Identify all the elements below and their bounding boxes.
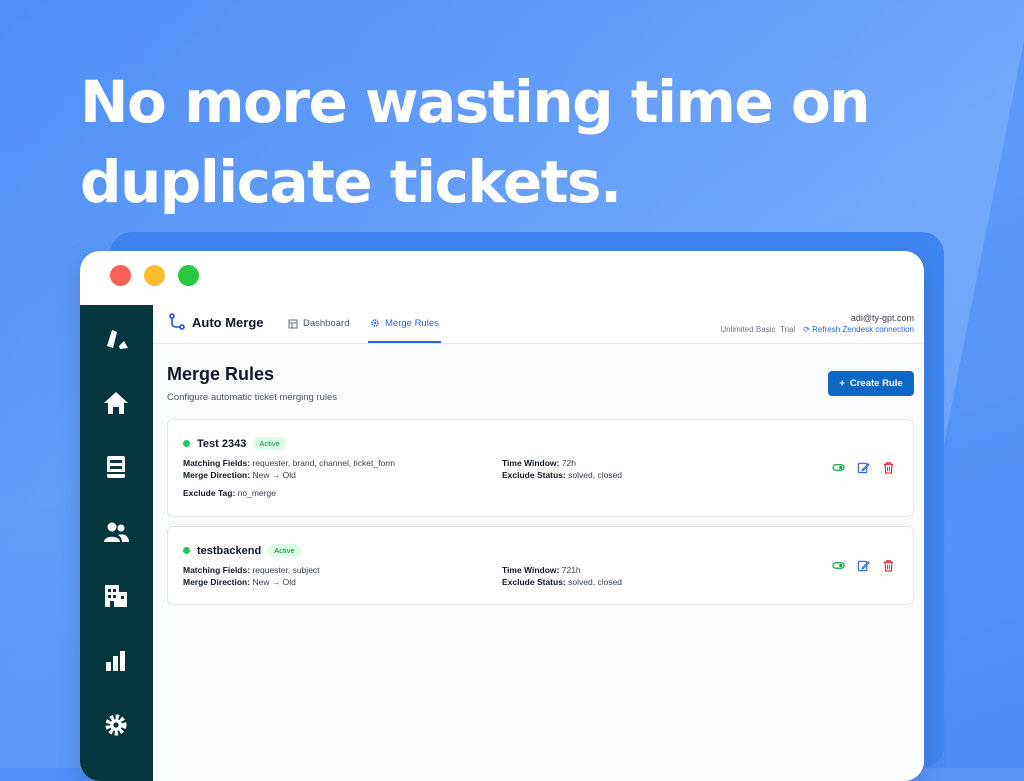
refresh-label: Refresh Zendesk connection — [812, 325, 914, 334]
gear-icon[interactable] — [101, 710, 131, 740]
headline-line-1: No more wasting time on — [80, 68, 871, 136]
status-badge: Active — [253, 437, 286, 450]
app-name: Auto Merge — [192, 314, 264, 330]
plan-name: Unlimited Basic — [720, 325, 776, 334]
page-title: Merge Rules — [167, 364, 275, 384]
chart-icon[interactable] — [101, 646, 131, 676]
close-window-button[interactable] — [110, 265, 131, 286]
app-window: Auto Merge Dashboard Merge Rules adi@ty-… — [80, 251, 924, 781]
time-window-label: Time Window: — [502, 458, 560, 468]
merge-direction-label: Merge Direction: — [183, 577, 251, 587]
time-window-value: 721h — [561, 565, 581, 575]
window-titlebar — [80, 251, 924, 306]
users-icon[interactable] — [101, 517, 131, 547]
merge-direction-value: New → Old — [252, 470, 296, 480]
status-dot — [183, 440, 190, 447]
exclude-status: Exclude Status: solved, closed — [502, 577, 622, 587]
matching-fields: Matching Fields: requester, brand, chann… — [183, 458, 395, 468]
toggle-icon[interactable] — [832, 461, 845, 474]
rule-card: testbackend Active Matching Fields: requ… — [167, 526, 914, 605]
dashboard-icon — [288, 319, 298, 328]
time-window-value: 72h — [561, 458, 576, 468]
account-email: adi@ty-gpt.com — [850, 313, 914, 323]
minimize-window-button[interactable] — [144, 265, 165, 286]
sidebar — [80, 305, 153, 781]
time-window: Time Window: 721h — [502, 565, 581, 575]
tab-dashboard-label: Dashboard — [303, 318, 350, 329]
rule-header: testbackend Active — [183, 544, 301, 557]
refresh-icon: ⟳ — [803, 325, 810, 334]
rule-name: Test 2343 — [197, 437, 247, 450]
time-window-label: Time Window: — [502, 565, 560, 575]
refresh-connection-link[interactable]: ⟳ Refresh Zendesk connection — [803, 325, 914, 334]
tab-dashboard[interactable]: Dashboard — [288, 305, 349, 342]
tab-merge-rules[interactable]: Merge Rules — [368, 305, 441, 343]
merge-direction: Merge Direction: New → Old — [183, 470, 296, 480]
merge-direction-value: New → Old — [252, 577, 296, 587]
inbox-icon[interactable] — [101, 452, 131, 482]
rule-card: Test 2343 Active Matching Fields: reques… — [167, 419, 914, 517]
exclude-status-value: solved, closed — [568, 470, 623, 480]
matching-fields: Matching Fields: requester, subject — [183, 565, 320, 575]
rule-header: Test 2343 Active — [183, 437, 286, 450]
exclude-tag-label: Exclude Tag: — [183, 488, 236, 498]
time-window: Time Window: 72h — [502, 458, 576, 468]
edit-icon[interactable] — [857, 559, 870, 572]
exclude-tag: Exclude Tag: no_merge — [183, 488, 276, 498]
page-subtitle: Configure automatic ticket merging rules — [167, 392, 338, 403]
account-info: adi@ty-gpt.com Unlimited Basic Trial ⟳ Re… — [720, 313, 914, 335]
app-brand[interactable]: Auto Merge — [168, 313, 264, 331]
matching-fields-label: Matching Fields: — [183, 565, 251, 575]
edit-icon[interactable] — [857, 461, 870, 474]
merge-direction-label: Merge Direction: — [183, 470, 251, 480]
gear-icon — [371, 319, 379, 327]
maximize-window-button[interactable] — [178, 265, 199, 286]
headline-line-2: duplicate tickets. — [80, 148, 622, 216]
matching-fields-value: requester, subject — [252, 565, 320, 575]
tab-merge-rules-label: Merge Rules — [385, 317, 439, 329]
plus-icon: + — [839, 378, 845, 389]
exclude-status-label: Exclude Status: — [502, 470, 566, 480]
exclude-status-label: Exclude Status: — [502, 577, 566, 587]
matching-fields-label: Matching Fields: — [183, 458, 251, 468]
trash-icon[interactable] — [882, 559, 895, 572]
headline: No more wasting time on duplicate ticket… — [80, 62, 871, 222]
create-rule-button[interactable]: + Create Rule — [828, 371, 914, 396]
building-icon[interactable] — [101, 581, 131, 611]
status-badge: Active — [268, 544, 301, 557]
exclude-tag-value: no_merge — [237, 488, 276, 498]
exclude-status: Exclude Status: solved, closed — [502, 470, 622, 480]
rule-actions — [832, 461, 895, 474]
status-dot — [183, 547, 190, 554]
exclude-status-value: solved, closed — [568, 577, 623, 587]
merge-direction: Merge Direction: New → Old — [183, 577, 296, 587]
trash-icon[interactable] — [882, 461, 895, 474]
rule-actions — [832, 559, 895, 572]
toggle-icon[interactable] — [832, 559, 845, 572]
rule-name: testbackend — [197, 544, 262, 557]
plan-status: Trial — [779, 325, 796, 334]
logo-icon[interactable] — [101, 323, 131, 353]
top-navigation: Auto Merge Dashboard Merge Rules adi@ty-… — [153, 305, 924, 344]
merge-icon — [169, 313, 185, 330]
home-icon[interactable] — [101, 388, 131, 418]
plan-label: Unlimited Basic Trial — [720, 324, 795, 335]
create-rule-label: Create Rule — [849, 378, 903, 389]
matching-fields-value: requester, brand, channel, ticket_form — [252, 458, 396, 468]
main-content: Auto Merge Dashboard Merge Rules adi@ty-… — [153, 305, 924, 781]
